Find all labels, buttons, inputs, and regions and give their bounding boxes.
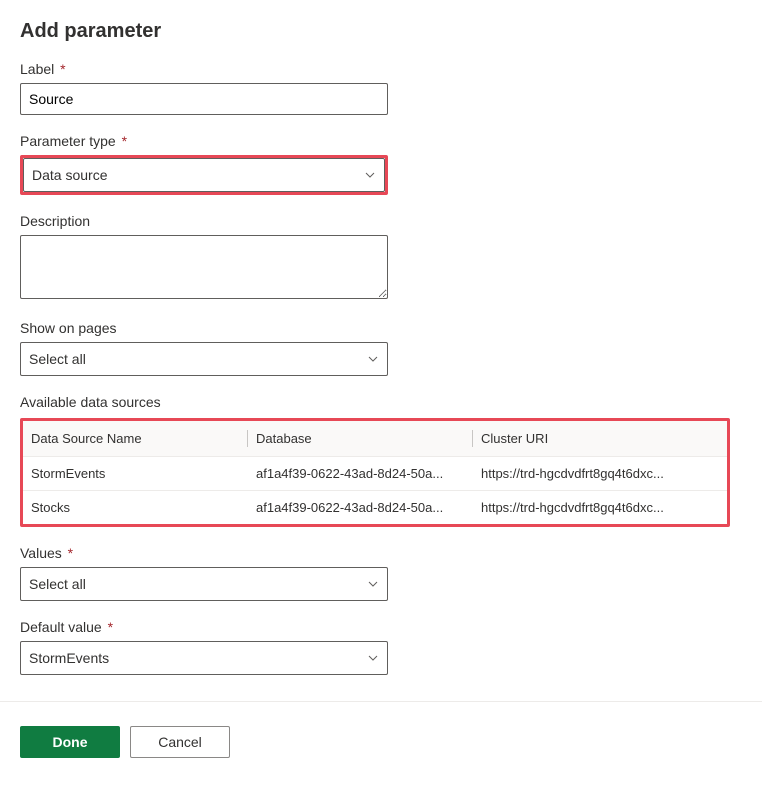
- footer: Done Cancel: [0, 701, 762, 758]
- show-on-pages-label: Show on pages: [20, 320, 742, 336]
- parameter-type-label: Parameter type *: [20, 133, 742, 149]
- chevron-down-icon: [367, 353, 379, 365]
- parameter-type-value: Data source: [32, 167, 364, 183]
- cell-cluster-uri: https://trd-hgcdvdfrt8gq4t6dxc...: [473, 457, 727, 491]
- required-mark: *: [60, 61, 65, 77]
- values-label: Values *: [20, 545, 742, 561]
- parameter-type-select[interactable]: Data source: [23, 158, 385, 192]
- label-text: Label: [20, 61, 54, 77]
- cell-database: af1a4f39-0622-43ad-8d24-50a...: [248, 491, 473, 525]
- label-field-label: Label *: [20, 61, 742, 77]
- page-title: Add parameter: [20, 20, 742, 43]
- table-header-cluster-uri[interactable]: Cluster URI: [473, 421, 727, 457]
- chevron-down-icon: [367, 578, 379, 590]
- required-mark: *: [122, 133, 127, 149]
- description-label: Description: [20, 213, 742, 229]
- show-on-pages-select[interactable]: Select all: [20, 342, 388, 376]
- required-mark: *: [108, 619, 113, 635]
- data-sources-table: Data Source Name Database Cluster URI St…: [23, 421, 727, 524]
- table-header-database[interactable]: Database: [248, 421, 473, 457]
- available-data-sources-highlight: Data Source Name Database Cluster URI St…: [20, 418, 730, 527]
- cell-name: Stocks: [23, 491, 248, 525]
- chevron-down-icon: [367, 652, 379, 664]
- done-button[interactable]: Done: [20, 726, 120, 758]
- values-label-text: Values: [20, 545, 62, 561]
- table-header-name[interactable]: Data Source Name: [23, 421, 248, 457]
- default-value-select[interactable]: StormEvents: [20, 641, 388, 675]
- label-input[interactable]: [20, 83, 388, 115]
- cancel-button[interactable]: Cancel: [130, 726, 230, 758]
- table-row[interactable]: Stocks af1a4f39-0622-43ad-8d24-50a... ht…: [23, 491, 727, 525]
- available-data-sources-label: Available data sources: [20, 394, 742, 410]
- values-select[interactable]: Select all: [20, 567, 388, 601]
- values-value: Select all: [29, 576, 367, 592]
- default-value-label-text: Default value: [20, 619, 102, 635]
- default-value-label: Default value *: [20, 619, 742, 635]
- table-row[interactable]: StormEvents af1a4f39-0622-43ad-8d24-50a.…: [23, 457, 727, 491]
- description-textarea[interactable]: [20, 235, 388, 299]
- required-mark: *: [68, 545, 73, 561]
- parameter-type-label-text: Parameter type: [20, 133, 116, 149]
- cell-name: StormEvents: [23, 457, 248, 491]
- show-on-pages-value: Select all: [29, 351, 367, 367]
- default-value-value: StormEvents: [29, 650, 367, 666]
- cell-database: af1a4f39-0622-43ad-8d24-50a...: [248, 457, 473, 491]
- parameter-type-highlight: Data source: [20, 155, 388, 195]
- cell-cluster-uri: https://trd-hgcdvdfrt8gq4t6dxc...: [473, 491, 727, 525]
- chevron-down-icon: [364, 169, 376, 181]
